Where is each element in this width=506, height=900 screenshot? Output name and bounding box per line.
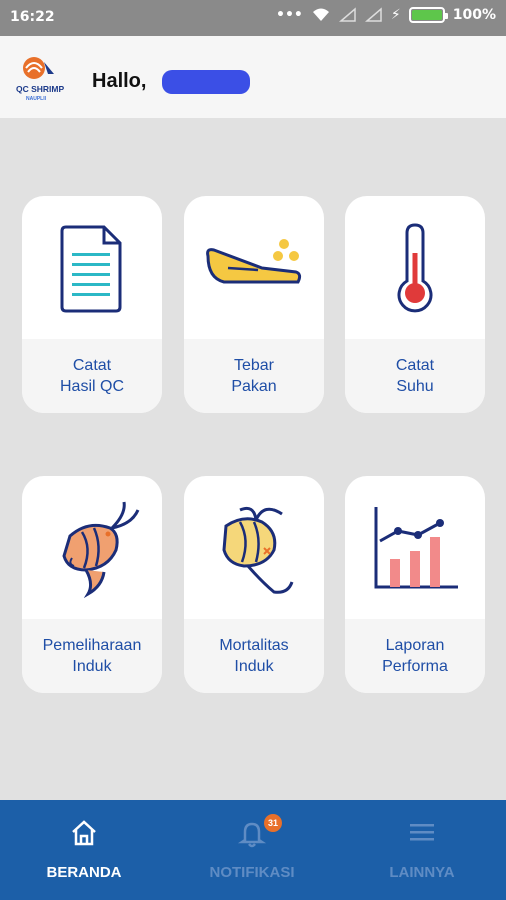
nav-label: LAINNYA	[389, 864, 455, 881]
bell-icon	[237, 822, 267, 848]
dead-shrimp-icon	[222, 506, 294, 594]
status-icons: ••• ⚡ 100%	[276, 7, 496, 23]
menu-card-pemeliharaan-induk[interactable]: Pemeliharaan Induk	[22, 476, 162, 693]
wifi-icon	[312, 8, 329, 21]
status-time: 16:22	[10, 9, 55, 25]
menu-label: Pemeliharaan Induk	[42, 637, 142, 675]
menu-card-mortalitas-induk[interactable]: Mortalitas Induk	[184, 476, 324, 693]
user-name-redacted	[162, 70, 250, 94]
nav-beranda[interactable]: BERANDA	[0, 800, 168, 900]
nav-notifikasi[interactable]: 31 NOTIFIKASI	[168, 800, 336, 900]
thermometer-icon	[397, 222, 433, 312]
notification-badge: 31	[264, 814, 282, 832]
menu-label: Mortalitas Induk	[219, 637, 289, 675]
menu-icon	[410, 824, 434, 841]
charging-icon: ⚡	[390, 7, 401, 23]
svg-text:NAUPLII: NAUPLII	[26, 96, 47, 102]
menu-card-laporan-performa[interactable]: Laporan Performa	[345, 476, 485, 693]
shrimp-icon	[62, 501, 140, 598]
nav-lainnya[interactable]: LAINNYA	[338, 800, 506, 900]
app-header: QC SHRIMP NAUPLII Hallo,	[0, 36, 506, 118]
nav-label: BERANDA	[46, 864, 122, 881]
menu-label: Catat Suhu	[395, 357, 435, 395]
menu-label: Laporan Performa	[382, 637, 448, 675]
document-icon	[60, 225, 122, 312]
more-dots-icon: •••	[276, 7, 303, 23]
bottom-navigation: BERANDA 31 NOTIFIKASI LAINNYA	[0, 800, 506, 900]
menu-card-tebar-pakan[interactable]: Tebar Pakan	[184, 196, 324, 413]
app-logo: QC SHRIMP NAUPLII	[16, 57, 65, 102]
home-icon	[72, 820, 96, 846]
svg-text:QC SHRIMP: QC SHRIMP	[16, 84, 65, 94]
chart-icon	[374, 506, 458, 588]
battery-icon	[408, 7, 448, 23]
menu-card-catat-hasil-qc[interactable]: Catat Hasil QC	[22, 196, 162, 413]
nav-label: NOTIFIKASI	[209, 864, 295, 881]
status-bar: 16:22 ••• ⚡ 100%	[0, 0, 506, 36]
menu-label: Catat Hasil QC	[59, 357, 124, 395]
greeting-text: Hallo,	[92, 70, 147, 92]
menu-card-catat-suhu[interactable]: Catat Suhu	[345, 196, 485, 413]
signal-icon	[338, 7, 356, 22]
signal-icon-2	[364, 7, 382, 22]
battery-level: 100%	[452, 7, 496, 23]
feed-scatter-icon	[206, 238, 302, 283]
menu-label: Tebar Pakan	[231, 357, 277, 395]
